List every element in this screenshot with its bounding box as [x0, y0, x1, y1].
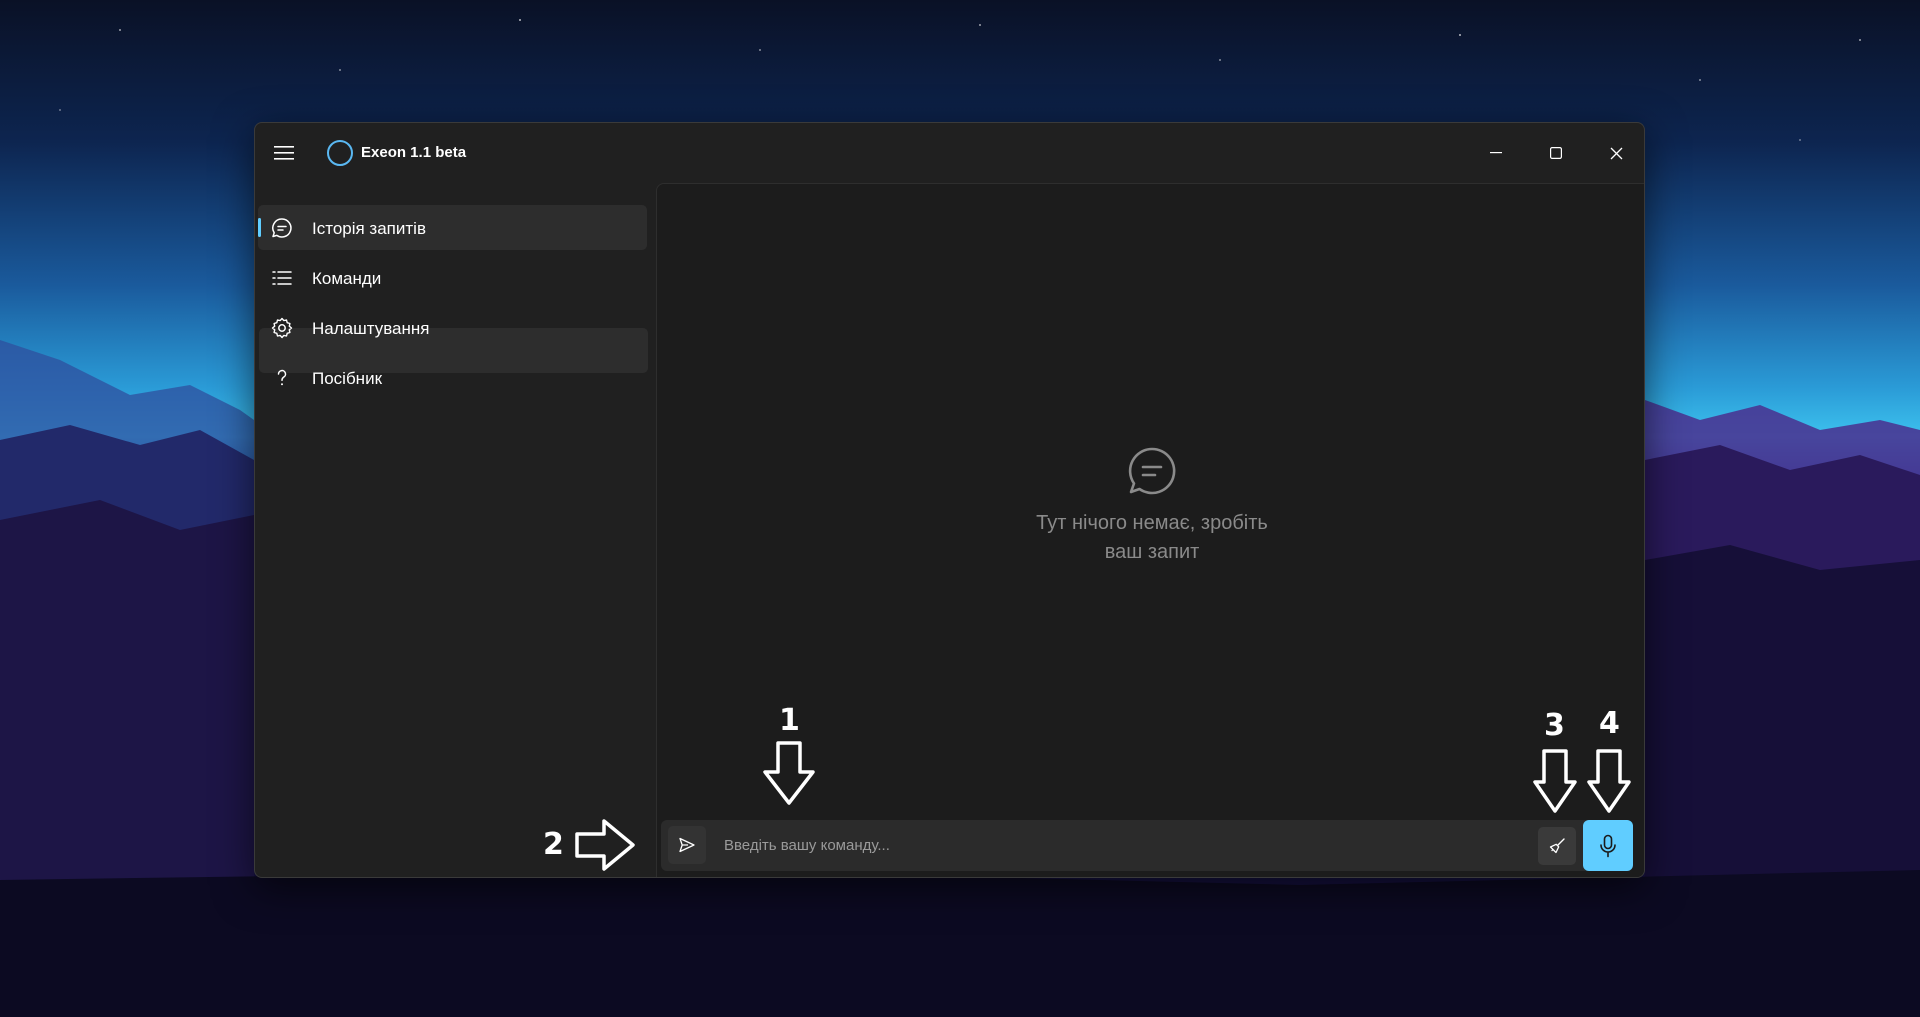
sidebar-item-commands[interactable]: Команди	[258, 255, 647, 300]
app-logo-icon	[327, 140, 353, 166]
annotation-marker-3: 3	[1544, 708, 1565, 743]
close-button[interactable]	[1587, 123, 1644, 183]
sidebar-item-label: Історія запитів	[312, 219, 426, 238]
chat-icon	[1128, 447, 1176, 495]
close-icon	[1610, 147, 1622, 159]
annotation-marker-2: 2	[543, 827, 564, 862]
sidebar-item-history[interactable]: Історія запитів	[258, 205, 647, 250]
command-input[interactable]	[724, 826, 1554, 864]
chat-icon	[271, 217, 293, 239]
list-icon	[271, 267, 293, 289]
command-input-bar	[661, 820, 1632, 871]
sidebar-item-label: Команди	[312, 269, 382, 288]
send-icon	[679, 837, 695, 853]
question-icon	[271, 367, 293, 389]
maximize-button[interactable]	[1527, 123, 1585, 183]
down-arrow-icon	[1533, 749, 1577, 813]
microphone-button[interactable]	[1583, 820, 1633, 871]
microphone-icon	[1600, 834, 1616, 857]
sidebar-items: Історія запитів Команди Налаштування Пос…	[254, 182, 654, 878]
right-arrow-icon	[575, 819, 635, 871]
maximize-icon	[1550, 147, 1562, 159]
empty-state-text: Тут нічого немає, зробіть ваш запит	[1036, 512, 1268, 563]
annotation-marker-1: 1	[779, 703, 800, 738]
minimize-icon	[1490, 152, 1502, 154]
down-arrow-icon	[763, 741, 815, 805]
sidebar-item-label: Посібник	[312, 369, 383, 388]
clear-button[interactable]	[1538, 827, 1576, 865]
gear-icon	[271, 317, 293, 339]
minimize-button[interactable]	[1467, 123, 1525, 183]
sidebar-item-label: Налаштування	[312, 319, 430, 338]
selection-indicator	[258, 218, 261, 237]
title-bar: Exeon 1.1 beta	[255, 123, 1644, 183]
annotation-marker-4: 4	[1599, 706, 1620, 741]
sidebar-item-settings[interactable]: Налаштування	[258, 305, 647, 350]
down-arrow-icon	[1587, 749, 1631, 813]
broom-icon	[1549, 838, 1565, 854]
hamburger-menu-icon[interactable]	[269, 138, 299, 168]
send-button[interactable]	[668, 826, 706, 864]
sidebar-item-guide[interactable]: Посібник	[258, 355, 647, 400]
app-title: Exeon 1.1 beta	[361, 144, 467, 161]
